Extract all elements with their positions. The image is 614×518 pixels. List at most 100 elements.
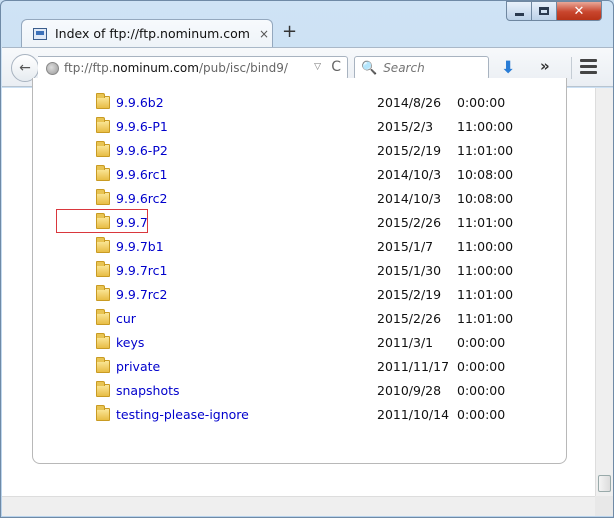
overflow-chevron-icon[interactable]: » xyxy=(540,57,550,75)
folder-icon xyxy=(96,357,110,373)
modified-date: 2015/1/30 xyxy=(377,263,442,278)
modified-time: 0:00:00 xyxy=(457,335,506,350)
modified-time: 0:00:00 xyxy=(457,383,506,398)
table-row: 9.9.6b2 2014/8/26 0:00:00 xyxy=(33,90,566,114)
vertical-scrollbar[interactable] xyxy=(595,88,613,496)
modified-time: 11:01:00 xyxy=(457,215,514,230)
table-row: keys 2011/3/1 0:00:00 xyxy=(33,330,566,354)
folder-icon xyxy=(96,237,110,253)
table-row: 9.9.7rc1 2015/1/30 11:00:00 xyxy=(33,258,566,282)
maximize-button[interactable] xyxy=(531,1,557,21)
modified-date: 2010/9/28 xyxy=(377,383,442,398)
url-prefix: ftp://ftp. xyxy=(64,61,113,75)
folder-link[interactable]: 9.9.6rc1 xyxy=(116,167,168,182)
modified-date: 2011/3/1 xyxy=(377,335,434,350)
folder-link[interactable]: 9.9.6-P2 xyxy=(116,143,168,158)
close-icon: ✕ xyxy=(573,3,585,19)
download-icon[interactable]: ⬇ xyxy=(501,58,515,78)
modified-date: 2015/1/7 xyxy=(377,239,434,254)
modified-date: 2015/2/3 xyxy=(377,119,434,134)
folder-link[interactable]: testing-please-ignore xyxy=(116,407,249,422)
folder-icon xyxy=(96,261,110,277)
folder-icon xyxy=(96,405,110,421)
modified-time: 0:00:00 xyxy=(457,95,506,110)
table-row: 9.9.6rc1 2014/10/3 10:08:00 xyxy=(33,162,566,186)
modified-time: 11:00:00 xyxy=(457,263,514,278)
folder-link[interactable]: 9.9.7rc2 xyxy=(116,287,168,302)
modified-date: 2015/2/26 xyxy=(377,215,442,230)
close-window-button[interactable]: ✕ xyxy=(556,1,602,21)
url-text: ftp://ftp.nominum.com/pub/isc/bind9/ xyxy=(64,61,288,75)
folder-icon xyxy=(96,93,110,109)
table-row: testing-please-ignore 2011/10/14 0:00:00 xyxy=(33,402,566,426)
table-row: private 2011/11/17 0:00:00 xyxy=(33,354,566,378)
minimize-icon xyxy=(514,12,524,16)
folder-link[interactable]: private xyxy=(116,359,160,374)
modified-date: 2015/2/19 xyxy=(377,143,442,158)
modified-time: 11:00:00 xyxy=(457,119,514,134)
modified-time: 11:01:00 xyxy=(457,311,514,326)
tab-close-icon[interactable]: × xyxy=(259,27,269,41)
url-path: /pub/isc/bind9/ xyxy=(198,61,288,75)
folder-icon xyxy=(96,333,110,349)
reload-icon[interactable]: C xyxy=(331,59,341,75)
table-row: cur 2015/2/26 11:01:00 xyxy=(33,306,566,330)
folder-link[interactable]: snapshots xyxy=(116,383,180,398)
modified-time: 11:01:00 xyxy=(457,287,514,302)
table-row: 9.9.7b1 2015/1/7 11:00:00 xyxy=(33,234,566,258)
search-input[interactable] xyxy=(383,61,484,75)
modified-time: 10:08:00 xyxy=(457,167,514,182)
url-domain: nominum.com xyxy=(112,61,199,75)
table-row: 9.9.6-P2 2015/2/19 11:01:00 xyxy=(33,138,566,162)
maximize-icon xyxy=(539,7,549,15)
directory-listing: 9.9.6b2 2014/8/26 0:00:00 9.9.6-P1 2015/2/3 1… xyxy=(32,78,567,464)
folder-link[interactable]: 9.9.6rc2 xyxy=(116,191,168,206)
history-dropdown-icon[interactable]: ▽ xyxy=(314,62,321,72)
folder-icon xyxy=(96,117,110,133)
hamburger-menu-icon[interactable] xyxy=(580,59,597,75)
modified-time: 11:01:00 xyxy=(457,143,514,158)
modified-time: 11:00:00 xyxy=(457,239,514,254)
table-row: snapshots 2010/9/28 0:00:00 xyxy=(33,378,566,402)
folder-icon xyxy=(96,165,110,181)
toolbar-separator xyxy=(571,57,572,79)
globe-icon xyxy=(46,61,59,75)
search-bar[interactable]: 🔍 xyxy=(354,56,489,80)
table-row: 9.9.7rc2 2015/2/19 11:01:00 xyxy=(33,282,566,306)
minimize-button[interactable] xyxy=(506,1,532,21)
back-arrow-icon: ← xyxy=(19,60,31,76)
modified-date: 2011/11/17 xyxy=(377,359,450,374)
browser-window: ✕ Index of ftp://ftp.nominum.com... × + … xyxy=(0,0,614,518)
url-bar[interactable]: ftp://ftp.nominum.com/pub/isc/bind9/ ▽ C xyxy=(38,56,348,80)
table-row: 9.9.6rc2 2014/10/3 10:08:00 xyxy=(33,186,566,210)
table-row: 9.9.6-P1 2015/2/3 11:00:00 xyxy=(33,114,566,138)
page-viewport: 9.9.6b2 2014/8/26 0:00:00 9.9.6-P1 2015/2/3 1… xyxy=(2,78,613,516)
folder-icon xyxy=(96,141,110,157)
modified-date: 2014/10/3 xyxy=(377,167,442,182)
highlight-annotation xyxy=(56,209,148,233)
folder-icon xyxy=(96,381,110,397)
folder-link[interactable]: 9.9.6b2 xyxy=(116,95,164,110)
folder-link[interactable]: 9.9.6-P1 xyxy=(116,119,168,134)
modified-date: 2011/10/14 xyxy=(377,407,450,422)
folder-link[interactable]: 9.9.7rc1 xyxy=(116,263,168,278)
modified-time: 10:08:00 xyxy=(457,191,514,206)
modified-time: 0:00:00 xyxy=(457,359,506,374)
new-tab-button[interactable]: + xyxy=(282,21,297,42)
folder-icon xyxy=(96,309,110,325)
modified-date: 2015/2/19 xyxy=(377,287,442,302)
folder-link[interactable]: 9.9.7b1 xyxy=(116,239,164,254)
scrollbar-corner xyxy=(595,496,613,516)
browser-tab[interactable]: Index of ftp://ftp.nominum.com... × xyxy=(21,19,273,47)
horizontal-scrollbar[interactable] xyxy=(2,496,595,516)
search-icon: 🔍 xyxy=(361,60,378,76)
modified-date: 2015/2/26 xyxy=(377,311,442,326)
modified-date: 2014/10/3 xyxy=(377,191,442,206)
folder-icon xyxy=(96,285,110,301)
modified-date: 2014/8/26 xyxy=(377,95,442,110)
folder-link[interactable]: cur xyxy=(116,311,136,326)
scroll-thumb[interactable] xyxy=(598,475,611,492)
modified-time: 0:00:00 xyxy=(457,407,506,422)
monitor-icon xyxy=(33,27,47,40)
folder-link[interactable]: keys xyxy=(116,335,144,350)
